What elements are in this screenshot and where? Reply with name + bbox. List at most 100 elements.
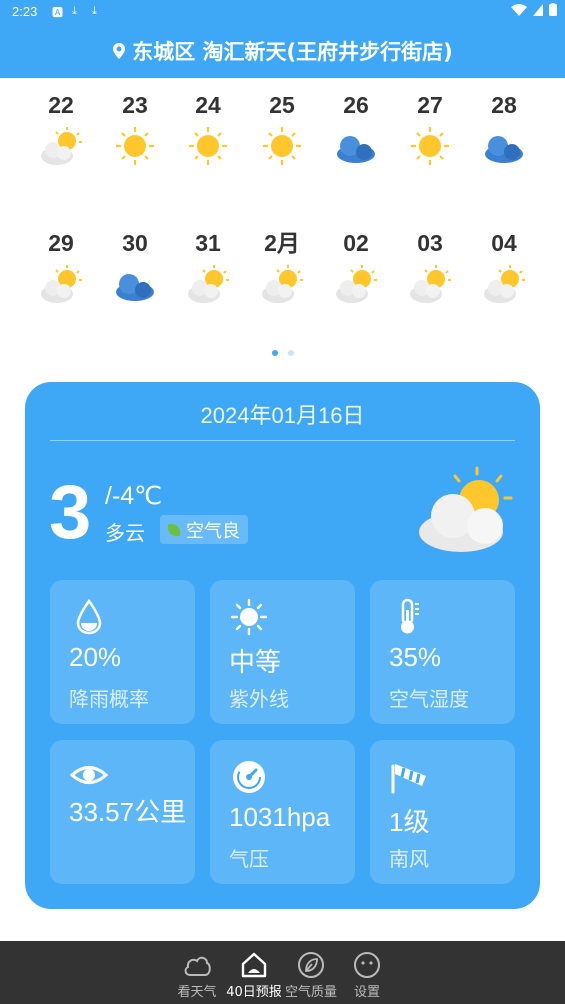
divider [50,440,515,441]
pressure-tile: 1031hpa 气压 [210,740,355,884]
status-right [511,3,557,16]
nav-weather-label: 看天气 [177,985,217,1000]
calendar-day[interactable]: 30 [98,228,172,304]
uv-value: 中等 [229,647,282,677]
day-number: 24 [195,92,221,118]
bottom-nav: 看天气 40日预报 空气质量 设置 [0,941,565,1004]
low-temperature: /-4℃ [105,482,163,510]
wifi-icon [511,3,527,16]
calendar-day[interactable]: 02 [319,228,393,304]
sunny-icon [189,127,227,165]
day-number: 02 [343,230,369,256]
calendar-day[interactable]: 31 [171,228,245,304]
rain-probability-label: 降雨概率 [69,687,149,711]
calendar-day[interactable]: 23 [98,90,172,166]
day-number: 31 [195,230,221,256]
today-card: 2024年01月16日 3 /-4℃ 多云 空气良 20% 降雨概率 中等 紫外… [25,382,540,909]
uv-tile: 中等 紫外线 [210,580,355,724]
day-number: 25 [269,92,295,118]
humidity-tile: 35% 空气湿度 [370,580,515,724]
nav-settings[interactable]: 设置 [337,947,397,1000]
leaf-icon [168,523,180,536]
rain-probability-value: 20% [69,642,122,672]
calendar-day[interactable]: 24 [171,90,245,166]
page-dot-active[interactable] [271,350,278,356]
calendar-day[interactable]: 03 [393,228,467,304]
card-date: 2024年01月16日 [200,403,365,428]
calendar-day[interactable]: 26 [319,90,393,166]
wind-level-value: 1级 [389,807,430,837]
day-number: 28 [491,92,517,118]
calendar-day[interactable]: 29 [24,228,98,304]
day-number: 23 [122,92,148,118]
overcast-icon [337,136,375,163]
nav-settings-label: 设置 [353,985,380,1000]
day-number: 04 [491,230,517,256]
sunny-icon [411,127,449,165]
air-quality-badge[interactable]: 空气良 [160,515,248,544]
calendar-day[interactable]: 22 [24,90,98,166]
wind-direction-label: 南风 [389,847,429,871]
day-number: 2月 [264,230,300,256]
nav-40-day-forecast[interactable]: 40日预报 [224,947,284,1000]
sun-icon [230,598,268,636]
calendar-day[interactable]: 27 [393,90,467,166]
overcast-icon [485,136,523,163]
nav-air-quality-label: 空气质量 [284,985,337,1000]
notification-a-icon: 🅰 [52,6,63,19]
sunny-icon [263,127,301,165]
day-number: 30 [122,230,148,256]
uv-label: 紫外线 [229,687,289,711]
partly-cloudy-icon [484,265,525,303]
calendar-day[interactable]: 28 [467,90,541,166]
day-number: 26 [343,92,369,118]
raindrop-icon [76,598,102,635]
location-pin-icon [113,43,126,59]
cloud-icon [184,956,211,976]
pressure-value: 1031hpa [229,802,331,832]
visibility-tile: 33.57公里 [50,740,195,884]
page-dot[interactable] [287,350,294,356]
partly-cloudy-icon [262,265,303,303]
page-indicator[interactable] [0,350,565,356]
status-bar: 2:23 🅰 ⤓ ⤓ [0,0,565,24]
pressure-label: 气压 [229,847,269,871]
nav-air-quality[interactable]: 空气质量 [281,947,341,1000]
eye-icon [70,766,108,784]
visibility-value: 33.57公里 [69,797,187,827]
nav-forecast-label: 40日预报 [226,985,282,1000]
day-number: 22 [48,92,74,118]
current-temperature: 3 [49,470,92,555]
wind-tile: 1级 南风 [370,740,515,884]
battery-icon [549,3,557,16]
day-number: 29 [48,230,74,256]
gauge-icon [233,761,265,793]
day-number: 27 [417,92,443,118]
location-header[interactable]: 东城区 淘汇新天(王府井步行街店) [0,30,565,72]
top-bar: 2:23 🅰 ⤓ ⤓ 东城区 淘汇新天(王府井步行街店) [0,0,565,78]
sunny-icon [116,127,154,165]
calendar-day[interactable]: 25 [245,90,319,166]
partly-cloudy-icon [188,265,229,303]
partly-cloudy-icon [336,265,377,303]
download-icon: ⤓ [92,4,97,17]
partly-cloudy-icon [41,127,82,165]
face-icon [354,952,380,978]
rain-probability-tile: 20% 降雨概率 [50,580,195,724]
calendar-day[interactable]: 04 [467,228,541,304]
partly-cloudy-icon [419,466,513,552]
location-name: 东城区 淘汇新天(王府井步行街店) [132,40,453,64]
calendar-day[interactable]: 2月 [245,228,319,304]
nav-weather[interactable]: 看天气 [167,947,227,1000]
partly-cloudy-icon [41,265,82,303]
status-time: 2:23 [12,4,38,19]
air-quality-label: 空气良 [186,520,240,542]
home-icon [241,952,267,978]
day-number: 03 [417,230,443,256]
download-icon: ⤓ [72,4,77,17]
overcast-icon [116,274,154,301]
weather-condition: 多云 [105,521,145,545]
signal-icon [533,3,543,16]
windsock-icon [391,764,426,794]
partly-cloudy-icon [410,265,451,303]
